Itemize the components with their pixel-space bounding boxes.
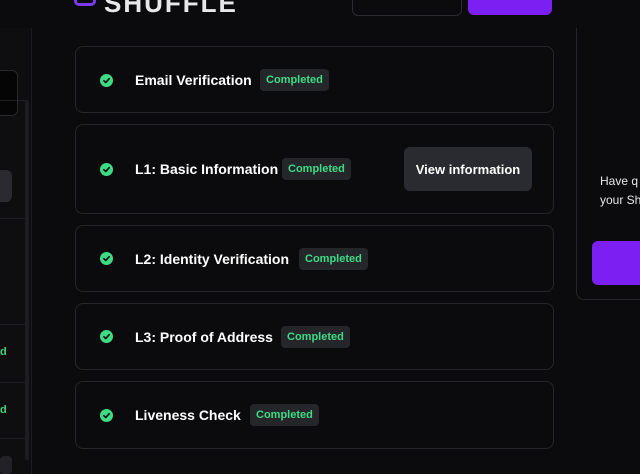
step-card-email: Email Verification Completed bbox=[75, 46, 554, 113]
step-card-liveness: Liveness Check Completed bbox=[75, 381, 554, 449]
status-badge: Completed bbox=[299, 248, 368, 270]
check-circle-icon bbox=[100, 74, 113, 87]
sidebar-divider bbox=[0, 382, 28, 383]
status-badge: Completed bbox=[250, 404, 319, 426]
sidebar-tag bbox=[0, 456, 12, 474]
check-circle-icon bbox=[100, 330, 113, 343]
sidebar-scrollbar[interactable] bbox=[25, 100, 29, 460]
status-badge: Completed bbox=[282, 158, 351, 180]
step-card-identity: L2: Identity Verification Completed bbox=[75, 225, 554, 292]
header-primary-button[interactable] bbox=[468, 0, 552, 15]
step-title: L3: Proof of Address bbox=[135, 329, 273, 345]
sidebar-divider bbox=[0, 324, 28, 325]
status-badge: Completed bbox=[281, 326, 350, 348]
sidebar-status-text: d bbox=[0, 346, 7, 358]
sidebar: d d bbox=[0, 28, 32, 474]
contact-support-button[interactable] bbox=[592, 241, 640, 285]
sidebar-active-item[interactable] bbox=[0, 170, 12, 202]
sidebar-search-box[interactable] bbox=[0, 70, 18, 116]
sidebar-divider bbox=[0, 218, 28, 219]
sidebar-divider bbox=[0, 438, 28, 439]
top-bar: SHUFFLE bbox=[0, 0, 640, 28]
sidebar-status-text: d bbox=[0, 404, 7, 416]
help-panel: Have q your Sh bbox=[576, 28, 640, 300]
sidebar-divider bbox=[0, 100, 28, 101]
step-title: L2: Identity Verification bbox=[135, 251, 290, 267]
check-circle-icon bbox=[100, 252, 113, 265]
step-title: Email Verification bbox=[135, 72, 252, 88]
header-outline-button[interactable] bbox=[352, 0, 462, 16]
view-information-button[interactable]: View information bbox=[404, 147, 532, 191]
logo-icon bbox=[74, 0, 96, 6]
step-card-address: L3: Proof of Address Completed bbox=[75, 303, 554, 370]
check-circle-icon bbox=[100, 409, 113, 422]
step-title: Liveness Check bbox=[135, 407, 241, 423]
status-badge: Completed bbox=[260, 69, 329, 91]
step-card-basic-info: L1: Basic Information Completed View inf… bbox=[75, 124, 554, 214]
check-circle-icon bbox=[100, 163, 113, 176]
help-text-line: your Sh bbox=[600, 193, 640, 207]
help-text-line: Have q bbox=[600, 174, 639, 188]
step-title: L1: Basic Information bbox=[135, 161, 279, 177]
logo-text: SHUFFLE bbox=[104, 0, 238, 18]
help-text: Have q your Sh bbox=[600, 172, 640, 210]
